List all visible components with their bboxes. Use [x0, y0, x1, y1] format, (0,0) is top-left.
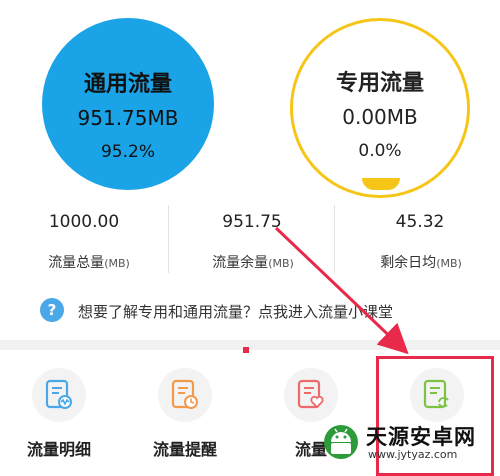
watermark-name: 天源安卓网	[366, 425, 476, 449]
watermark-url: www.jytyaz.com	[368, 448, 458, 461]
android-logo-icon	[324, 425, 358, 459]
watermark: 天源安卓网 www.jytyaz.com	[322, 418, 500, 468]
